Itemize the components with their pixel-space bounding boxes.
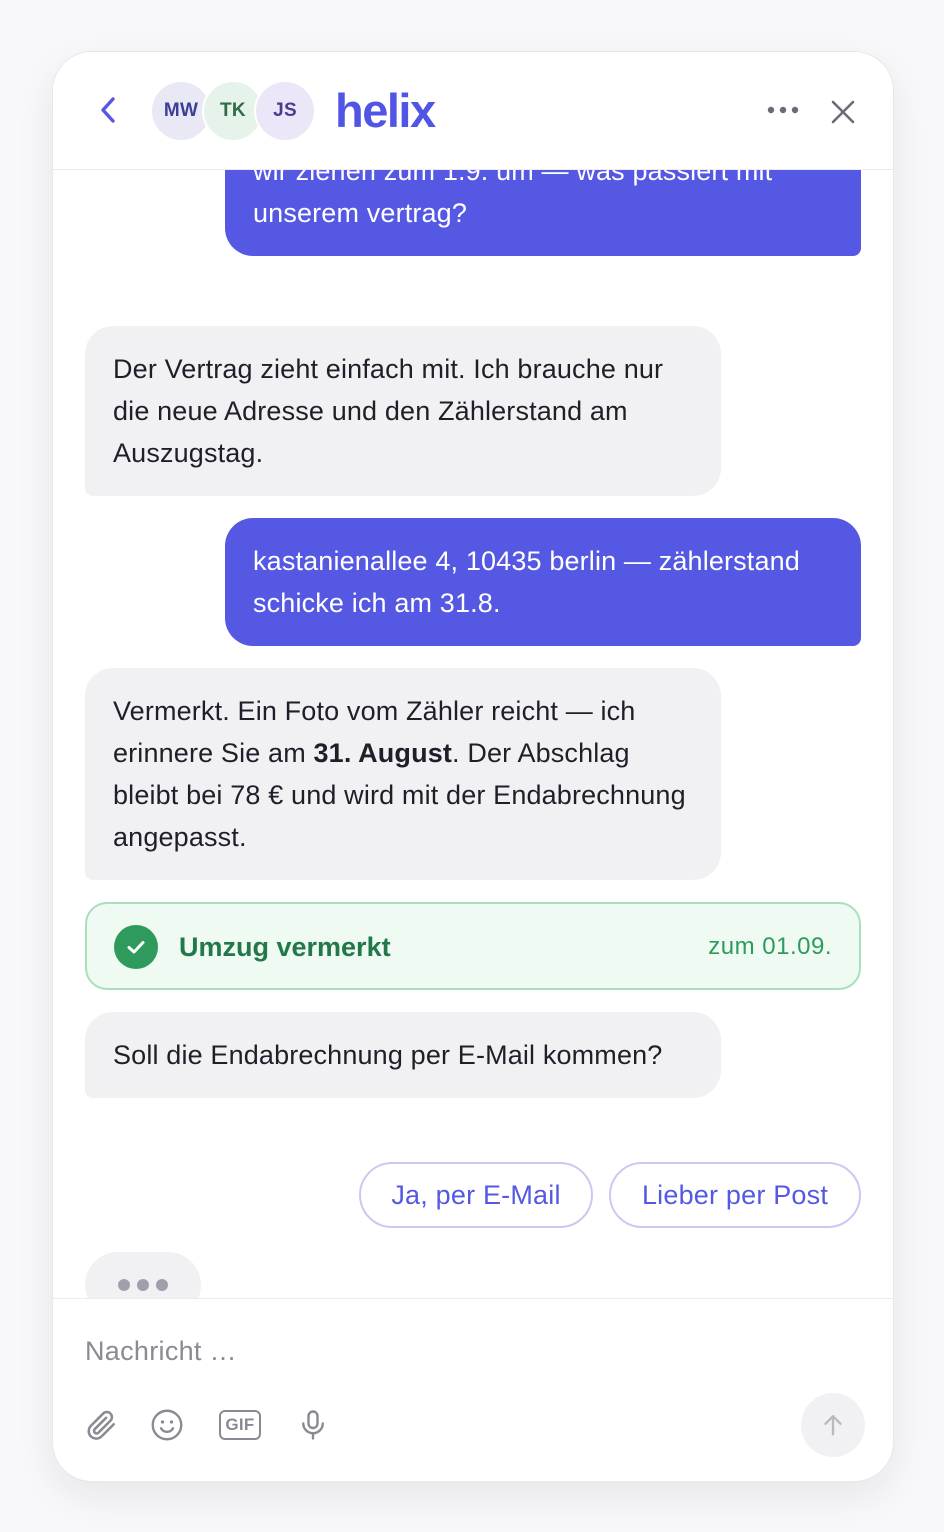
more-horizontal-icon [767,106,799,114]
microphone-icon [302,1410,324,1440]
emoji-icon [151,1409,183,1441]
quick-reply-email[interactable]: Ja, per E-Mail [359,1162,593,1228]
arrow-up-icon [824,1415,842,1436]
typing-dot [118,1279,130,1291]
gif-icon: GIF [219,1410,261,1440]
message-input[interactable] [85,1329,845,1373]
typing-dot [156,1279,168,1291]
brand-logo: helix [335,84,436,137]
message-list: wir ziehen zum 1.9. um — was passiert mi… [53,170,893,1298]
quick-reply-post[interactable]: Lieber per Post [609,1162,861,1228]
avatar: JS [254,80,316,142]
close-icon [831,100,855,124]
chat-header: MW TK JS helix [53,52,893,170]
check-circle-icon [114,925,158,969]
voice-button[interactable] [293,1405,333,1445]
emoji-button[interactable] [147,1405,187,1445]
message-text-bold: 31. August [313,738,453,768]
bot-message: Der Vertrag zieht einfach mit. Ich brauc… [85,326,721,496]
typing-indicator [85,1252,201,1298]
back-button[interactable] [93,92,123,128]
gif-label: GIF [225,1415,255,1434]
bot-message: Soll die Endabrechnung per E-Mail kommen… [85,1012,721,1098]
close-button[interactable] [825,94,861,130]
more-options-button[interactable] [763,97,803,123]
move-confirmed-card: Umzug vermerkt zum 01.09. [85,902,861,990]
attach-button[interactable] [81,1405,121,1445]
typing-dot [137,1279,149,1291]
user-message: kastanienallee 4, 10435 berlin — zählers… [225,518,861,646]
composer: GIF [53,1298,893,1481]
user-message: wir ziehen zum 1.9. um — was passiert mi… [225,170,861,256]
bot-message: Vermerkt. Ein Foto vom Zähler reicht — i… [85,668,721,880]
status-date: zum 01.09. [708,933,832,960]
status-label: Umzug vermerkt [179,932,391,962]
paperclip-icon [87,1410,116,1440]
chat-widget: MW TK JS helix wir ziehen zum 1.9. um — … [52,51,894,1482]
chevron-left-icon [101,97,115,123]
send-button[interactable] [801,1393,865,1457]
gif-button[interactable]: GIF [216,1405,264,1445]
